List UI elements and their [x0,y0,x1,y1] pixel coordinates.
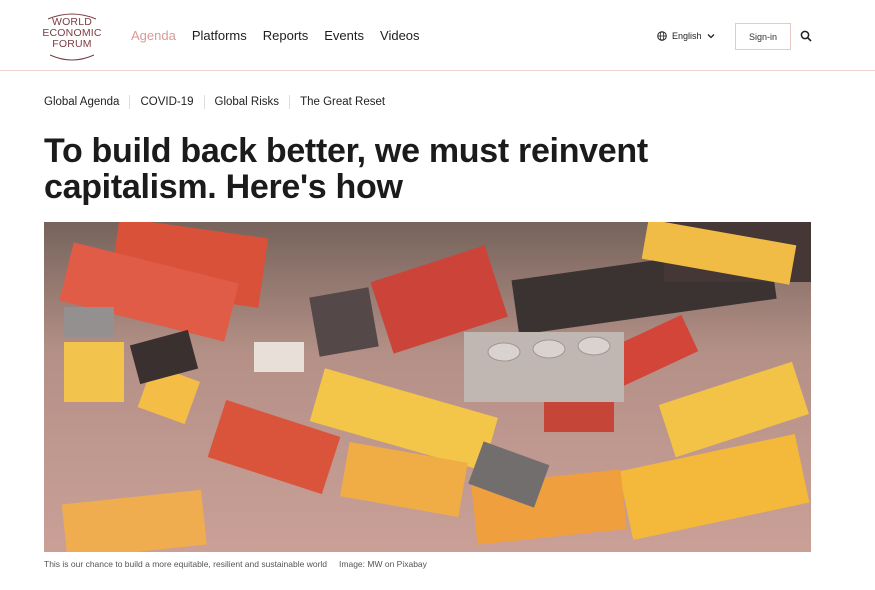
topic-tags: Global Agenda COVID-19 Global Risks The … [44,95,405,109]
globe-icon [657,31,667,41]
tag-great-reset[interactable]: The Great Reset [300,95,395,109]
wef-logo[interactable]: WORLD ECONOMIC FORUM [40,13,104,61]
site-header: WORLD ECONOMIC FORUM Agenda Platforms Re… [0,0,875,71]
nav-item-videos[interactable]: Videos [380,28,420,43]
logo-arc-icon [47,13,97,61]
image-credit: Image: MW on Pixabay [339,559,427,569]
nav-item-platforms[interactable]: Platforms [192,28,247,43]
main-nav: Agenda Platforms Reports Events Videos [131,28,420,43]
nav-item-agenda[interactable]: Agenda [131,28,176,43]
tag-global-agenda[interactable]: Global Agenda [44,95,131,109]
chevron-down-icon [707,34,714,39]
language-selector[interactable]: English [657,31,715,41]
search-icon[interactable] [800,30,812,42]
tag-global-risks[interactable]: Global Risks [215,95,291,109]
sign-in-button[interactable]: Sign-in [735,23,791,50]
hero-image-lego-bricks [44,222,811,552]
language-label: English [672,31,702,41]
article-title: To build back better, we must reinvent c… [44,132,648,206]
nav-item-events[interactable]: Events [324,28,364,43]
nav-item-reports[interactable]: Reports [263,28,309,43]
tag-covid-19[interactable]: COVID-19 [140,95,205,109]
image-caption: This is our chance to build a more equit… [44,559,427,569]
caption-text: This is our chance to build a more equit… [44,559,328,569]
